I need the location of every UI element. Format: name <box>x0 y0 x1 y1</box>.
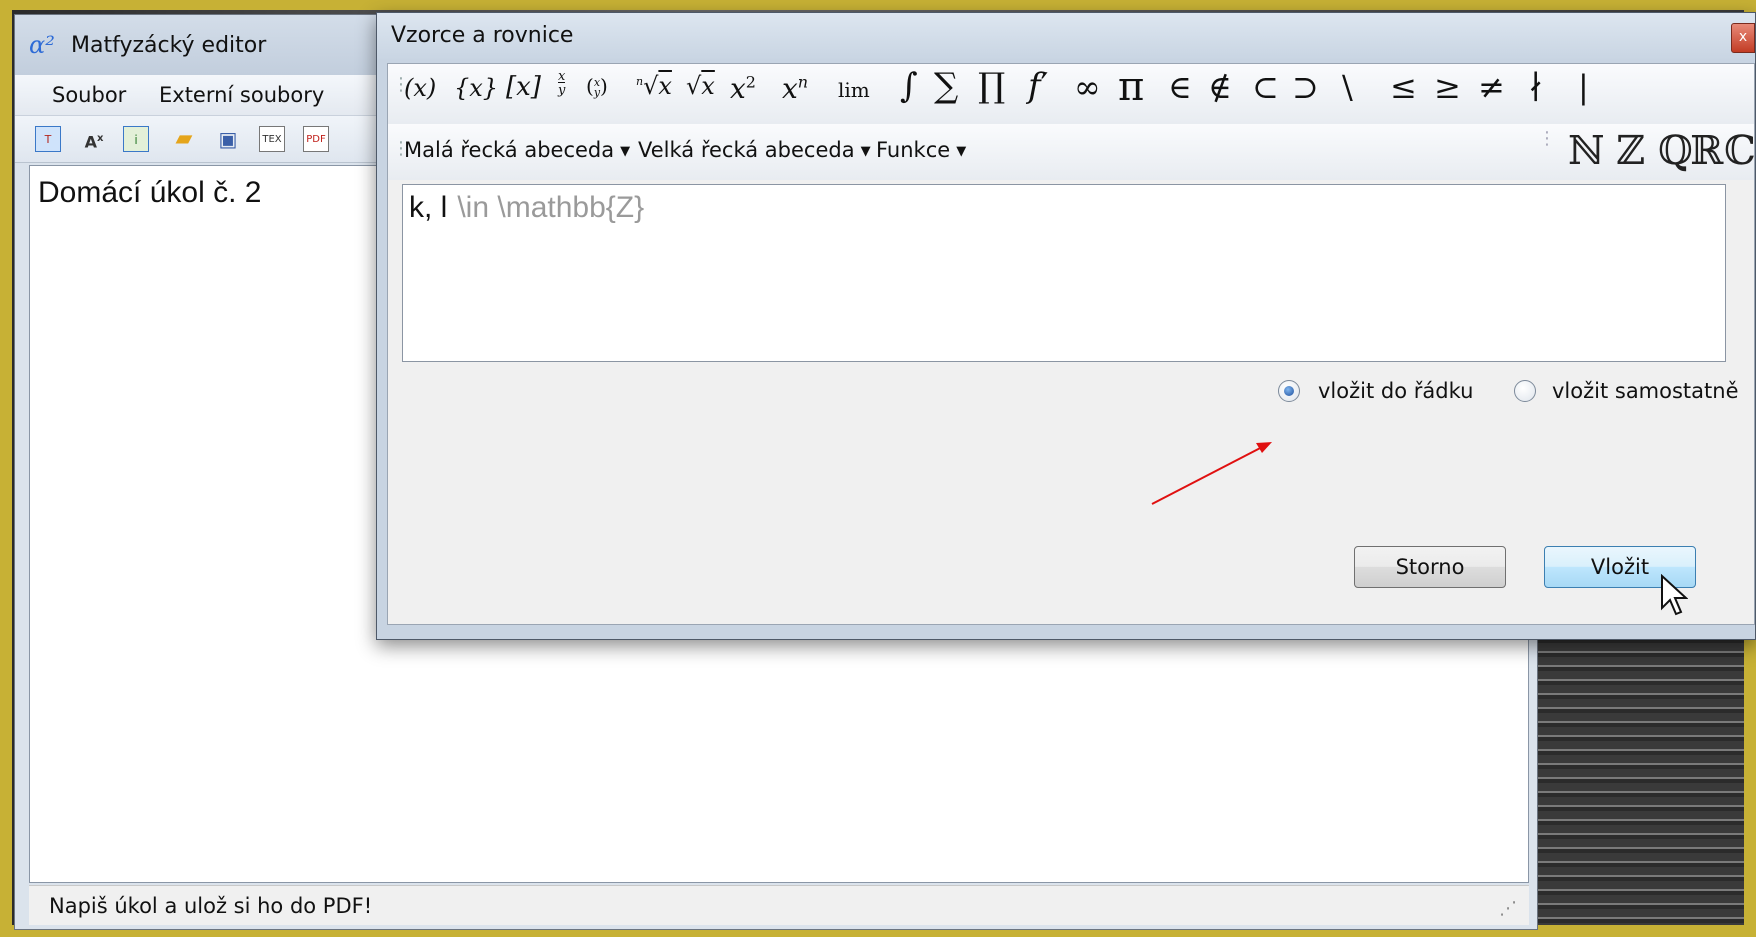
brackets-button[interactable]: [x] <box>506 72 541 102</box>
latex-typed-text: k, l \in \mathbb{Z} <box>409 191 645 224</box>
status-text: Napiš úkol a ulož si ho do PDF! <box>49 894 373 918</box>
insert-separate-label[interactable]: vložit samostatně <box>1552 379 1739 403</box>
limit-button[interactable]: lim <box>838 78 870 102</box>
sum-button[interactable]: ∑ <box>934 66 958 106</box>
rationals-button[interactable]: ℚ <box>1658 128 1693 174</box>
formula-dialog: Vzorce a rovnice x ⋮ (x) {x} [x] xy (x y)… <box>376 12 1756 640</box>
pdf-export-icon[interactable]: PDF <box>303 126 329 152</box>
leq-button[interactable]: ≤ <box>1390 68 1417 106</box>
derivative-button[interactable]: f′ <box>1028 66 1048 106</box>
save-icon[interactable]: ▣ <box>215 126 241 152</box>
close-button[interactable]: x <box>1731 23 1755 53</box>
latex-autocomplete-hint: \in \mathbb{Z} <box>457 191 645 224</box>
table-icon[interactable]: T <box>35 126 61 152</box>
superscript-icon[interactable]: Ax <box>81 126 107 152</box>
dialog-title: Vzorce a rovnice <box>391 23 574 48</box>
setminus-button[interactable]: \ <box>1342 68 1353 106</box>
insert-inline-radio[interactable] <box>1278 380 1300 402</box>
not-element-of-button[interactable]: ∉ <box>1208 68 1232 106</box>
naturals-button[interactable]: ℕ <box>1568 128 1605 174</box>
divides-button[interactable]: | <box>1578 68 1589 106</box>
dialog-body: ⋮ (x) {x} [x] xy (x y) n√x √x x2 xn lim ∫… <box>387 63 1756 625</box>
latex-input[interactable]: k, l \in \mathbb{Z} <box>402 184 1726 362</box>
menu-soubor[interactable]: Soubor <box>52 83 126 107</box>
element-of-button[interactable]: ∈ <box>1168 68 1192 106</box>
braces-button[interactable]: {x} <box>454 74 498 102</box>
menu-externi-soubory[interactable]: Externí soubory <box>159 83 324 107</box>
main-window-title: Matfyzácký editor <box>71 33 267 58</box>
reals-button[interactable]: ℝ <box>1690 128 1723 174</box>
pi-button[interactable]: π <box>1118 64 1144 110</box>
product-button[interactable]: ∏ <box>978 66 1005 106</box>
math-symbols-toolbar: ⋮ (x) {x} [x] xy (x y) n√x √x x2 xn lim ∫… <box>388 64 1754 125</box>
resize-grip-icon[interactable]: ⋰ <box>1499 898 1517 919</box>
status-bar: Napiš úkol a ulož si ho do PDF! ⋰ <box>29 885 1529 925</box>
geq-button[interactable]: ≥ <box>1434 68 1461 106</box>
insert-inline-label[interactable]: vložit do řádku <box>1318 379 1473 403</box>
square-button[interactable]: x2 <box>730 72 756 105</box>
menus-toolbar: ⋮ Malá řecká abeceda ▼ Velká řecká abeced… <box>388 124 1756 180</box>
parentheses-button[interactable]: (x) <box>404 74 436 102</box>
info-icon[interactable]: i <box>123 126 149 152</box>
integral-button[interactable]: ∫ <box>900 66 918 106</box>
open-folder-icon[interactable]: ▰ <box>171 126 197 152</box>
not-divides-button[interactable]: ∤ <box>1528 68 1543 106</box>
dropdown-arrow-icon: ▼ <box>620 143 631 159</box>
nth-root-button[interactable]: n√x <box>636 72 672 100</box>
binomial-button[interactable]: (x y) <box>586 74 608 98</box>
integers-button[interactable]: ℤ <box>1616 128 1645 174</box>
fraction-button[interactable]: xy <box>558 70 566 98</box>
toolbar-grip-icon: ⋮ <box>1538 128 1556 149</box>
document-text: Domácí úkol č. 2 <box>38 176 262 209</box>
dialog-titlebar[interactable]: Vzorce a rovnice x <box>377 13 1755 59</box>
lowercase-greek-dropdown[interactable]: Malá řecká abeceda ▼ <box>404 138 630 162</box>
dropdown-arrow-icon: ▼ <box>860 143 871 159</box>
power-button[interactable]: xn <box>782 72 808 105</box>
neq-button[interactable]: ≠ <box>1478 68 1505 106</box>
tex-export-icon[interactable]: TEX <box>259 126 285 152</box>
desktop-wallpaper-photo <box>1530 600 1756 937</box>
functions-dropdown[interactable]: Funkce ▼ <box>876 138 966 162</box>
sqrt-button[interactable]: √x <box>686 72 715 100</box>
subset-button[interactable]: ⊂ <box>1252 68 1279 106</box>
mouse-cursor-icon <box>1661 574 1688 616</box>
infinity-button[interactable]: ∞ <box>1074 68 1101 106</box>
cancel-button[interactable]: Storno <box>1354 546 1506 588</box>
insert-separate-radio[interactable] <box>1514 380 1536 402</box>
uppercase-greek-dropdown[interactable]: Velká řecká abeceda ▼ <box>638 138 871 162</box>
app-logo-icon: α² <box>29 31 55 59</box>
superset-button[interactable]: ⊃ <box>1292 68 1319 106</box>
complex-button[interactable]: ℂ <box>1724 128 1756 174</box>
dropdown-arrow-icon: ▼ <box>956 143 967 159</box>
